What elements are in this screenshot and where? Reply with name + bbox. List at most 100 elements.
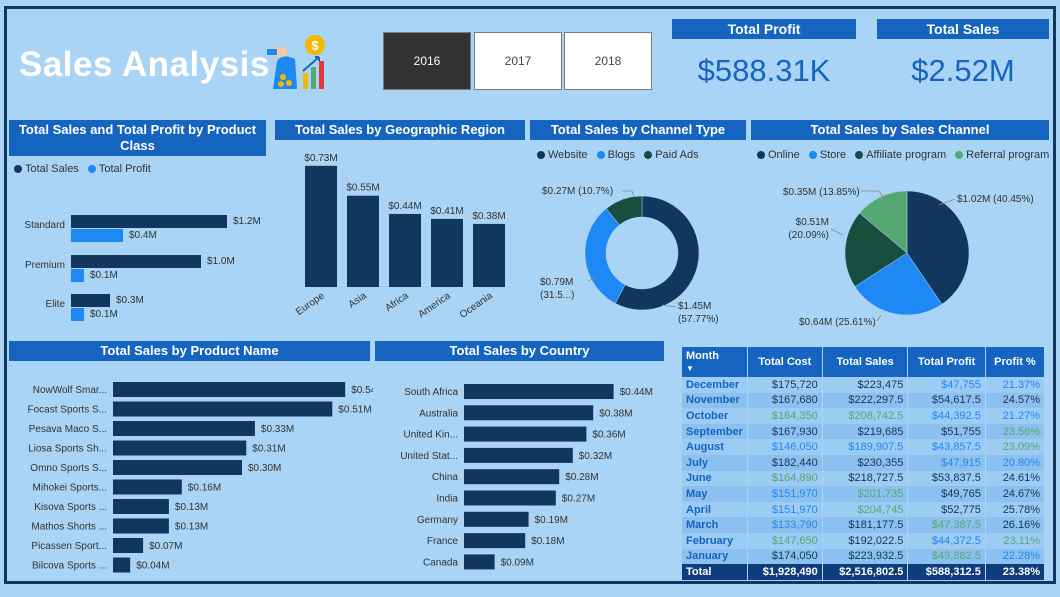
value-cell: $52,775 <box>907 501 986 518</box>
value-cell: 23.56% <box>985 423 1046 440</box>
region-chart-title: Total Sales by Geographic Region <box>275 120 525 140</box>
monthly-summary-table: Month ▼ Total Cost Total Sales Total Prof… <box>682 347 1046 581</box>
product-class-chart: Standard $1.2M $0.4M Premium $1.0M $0.1M Elite… <box>24 215 261 321</box>
bar-value-label: $0.27M <box>562 494 595 505</box>
bar <box>473 223 505 287</box>
bar-value-label: $1.2M <box>233 216 261 227</box>
value-cell: 24.57% <box>985 392 1046 409</box>
value-cell: $133,790 <box>747 517 823 533</box>
value-cell: $167,680 <box>747 392 823 409</box>
product-name-chart-title: Total Sales by Product Name <box>9 341 370 361</box>
slice-pct-label: (57.77%) <box>678 314 719 325</box>
channel-type-chart-title: Total Sales by Channel Type <box>530 120 746 140</box>
channel-type-legend: Website Blogs Paid Ads <box>537 149 705 161</box>
value-cell: $51,755 <box>907 423 986 440</box>
column-header-month[interactable]: Month ▼ <box>682 347 748 377</box>
year-filter-2016[interactable]: 2016 <box>383 32 471 90</box>
bar-value-label: $0.1M <box>90 309 118 320</box>
bar <box>464 511 529 527</box>
bar-value-label: $0.19M <box>535 515 568 526</box>
value-cell: $43,857.5 <box>907 439 986 455</box>
value-cell: $222,297.5 <box>822 392 909 409</box>
bar <box>113 421 255 436</box>
value-cell: $192,022.5 <box>822 532 909 549</box>
category-label: Asia <box>346 290 369 310</box>
bar <box>71 255 201 268</box>
bar-value-label: $0.13M <box>175 502 208 513</box>
category-label: Premium <box>25 260 65 271</box>
value-cell: $53,837.5 <box>907 470 986 487</box>
category-label: Elite <box>46 299 66 310</box>
bar-value-label: $0.33M <box>261 424 294 435</box>
bar <box>389 213 421 287</box>
total-profit-header: Total Profit <box>672 19 856 39</box>
value-cell: $47,387.5 <box>907 517 986 533</box>
column-header-profit-pct[interactable]: Profit % <box>985 347 1046 377</box>
year-filter-2018[interactable]: 2018 <box>564 32 652 90</box>
bar <box>305 165 337 287</box>
value-cell: $208,742.5 <box>822 408 909 424</box>
month-cell: June <box>682 470 748 487</box>
table-row: August $146,050 $189,907.5 $43,857.5 23.09% <box>682 439 1046 455</box>
bar <box>71 215 227 228</box>
bar <box>464 490 556 506</box>
category-label: Pesava Maco S... <box>29 424 107 435</box>
bar-value-label: $0.07M <box>149 541 182 552</box>
slice-pct-label: (20.09%) <box>788 230 829 241</box>
category-label: Liosa Sports Sh... <box>28 444 107 455</box>
legend-item-online: Online <box>757 149 800 161</box>
bar <box>113 460 242 475</box>
category-label: Omno Sports S... <box>30 463 107 474</box>
month-cell: October <box>682 408 748 424</box>
value-cell: $164,890 <box>747 470 823 487</box>
year-filter-2017[interactable]: 2017 <box>474 32 562 90</box>
table-row: April $151,970 $204,745 $52,775 25.78% <box>682 501 1046 518</box>
bar <box>431 218 463 287</box>
product-class-chart-title: Total Sales and Total Profit by Product … <box>9 120 266 156</box>
bar-value-label: $0.44M <box>620 387 653 398</box>
month-cell: December <box>682 377 748 393</box>
bar <box>113 440 247 456</box>
total-label: Total <box>682 564 748 581</box>
category-label: United Stat... <box>400 451 458 462</box>
table-header-row: Month ▼ Total Cost Total Sales Total Prof… <box>682 347 1046 377</box>
bar-value-label: $0.3M <box>116 295 144 306</box>
column-header-total-sales[interactable]: Total Sales <box>822 347 909 377</box>
value-cell: $182,440 <box>747 454 823 471</box>
bar-value-label: $0.32M <box>579 451 612 462</box>
column-header-total-cost[interactable]: Total Cost <box>747 347 823 377</box>
bar-value-label: $0.44M <box>388 201 421 212</box>
value-cell: $189,907.5 <box>822 439 909 455</box>
bar <box>113 518 169 534</box>
slice-pct-label: (31.5...) <box>540 290 574 301</box>
bar-value-label: $0.41M <box>430 206 463 217</box>
value-cell: $219,685 <box>822 423 909 440</box>
bar <box>71 229 123 242</box>
value-cell: $146,050 <box>747 439 823 455</box>
bar <box>464 405 594 421</box>
bar-value-label: $0.13M <box>175 522 208 533</box>
legend-item-total-sales: Total Sales <box>14 163 79 175</box>
slice-label: $0.35M (13.85%) <box>783 187 860 198</box>
column-header-total-profit[interactable]: Total Profit <box>907 347 986 377</box>
table-row: December $175,720 $223,475 $47,755 21.37% <box>682 377 1046 393</box>
category-label: Focast Sports S... <box>28 405 107 416</box>
slice-label: $1.02M (40.45%) <box>957 194 1034 205</box>
region-chart: $0.73M Europe $0.55M Asia $0.44M Africa $0.41M… <box>294 153 506 321</box>
product-name-chart: NowWolf Smar... $0.54M Focast Sports S... $… <box>28 382 373 573</box>
category-label: Bilcova Sports ... <box>32 561 107 572</box>
bar <box>347 195 379 287</box>
bar <box>71 269 84 282</box>
value-cell: 24.61% <box>985 470 1046 487</box>
value-cell: $201,735 <box>822 486 909 502</box>
leader-line <box>661 304 677 308</box>
table-row: July $182,440 $230,355 $47,915 20.80% <box>682 454 1046 471</box>
bar <box>71 294 110 307</box>
sales-channel-legend: Online Store Affiliate program Referral … <box>757 149 1055 161</box>
month-cell: July <box>682 454 748 471</box>
sales-channel-chart-title: Total Sales by Sales Channel <box>751 120 1049 140</box>
bar <box>113 557 131 573</box>
channel-type-chart: $1.45M (57.77%) $0.79M (31.5...) $0.27M (10.… <box>540 186 719 325</box>
table-row: March $133,790 $181,177.5 $47,387.5 26.16% <box>682 517 1046 533</box>
table-row: February $147,650 $192,022.5 $44,372.5 23.11… <box>682 532 1046 549</box>
